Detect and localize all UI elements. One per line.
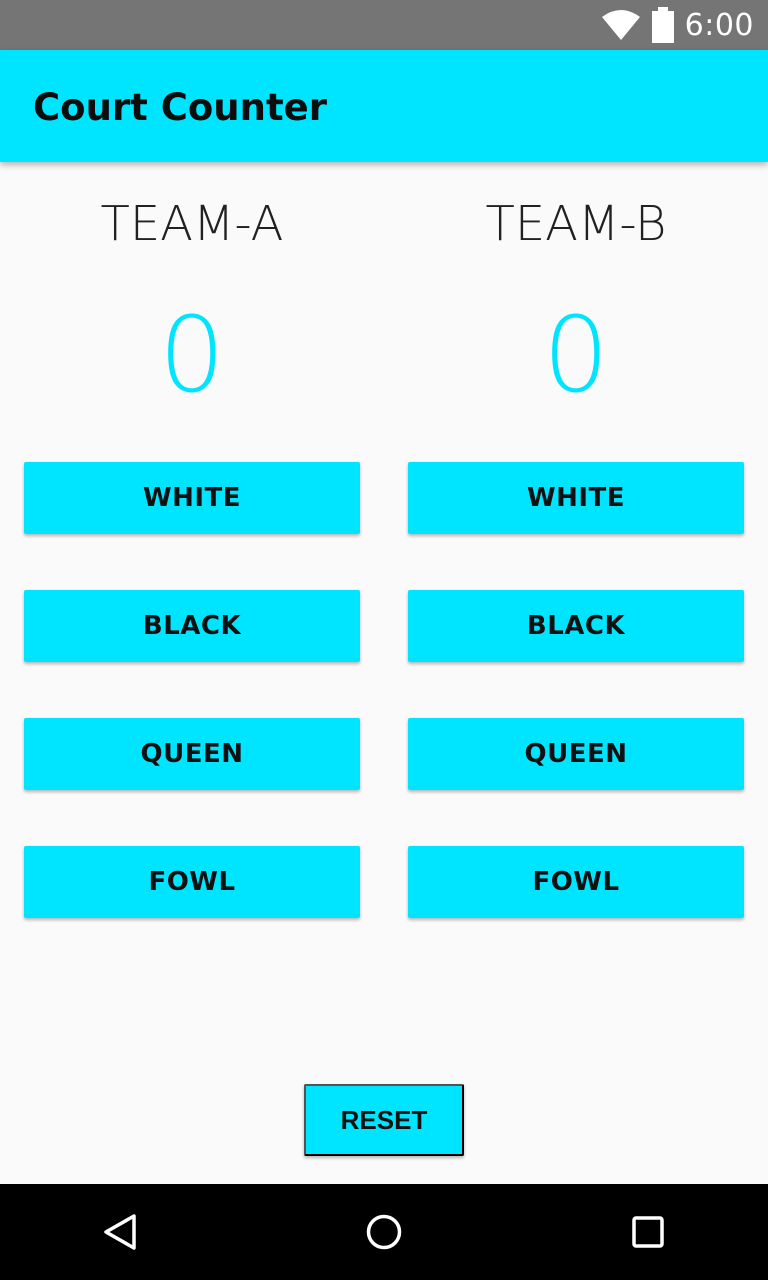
home-icon[interactable] xyxy=(364,1212,404,1252)
status-time: 6:00 xyxy=(684,7,754,43)
team-a-black-button[interactable]: BLACK xyxy=(24,590,360,662)
navigation-bar xyxy=(0,1184,768,1280)
team-b-label: TEAM-B xyxy=(485,196,667,252)
team-a-fowl-button[interactable]: FOWL xyxy=(24,846,360,918)
back-icon[interactable] xyxy=(100,1212,140,1252)
team-a-score: 0 xyxy=(158,294,226,416)
wifi-icon xyxy=(601,10,640,40)
team-b-white-button[interactable]: WHITE xyxy=(408,462,744,534)
team-b-fowl-button[interactable]: FOWL xyxy=(408,846,744,918)
team-a-white-button[interactable]: WHITE xyxy=(24,462,360,534)
app-bar: Court Counter xyxy=(0,50,768,162)
team-b-score: 0 xyxy=(542,294,610,416)
battery-icon xyxy=(651,7,674,43)
team-a-queen-button[interactable]: QUEEN xyxy=(24,718,360,790)
status-icons: 6:00 xyxy=(601,0,754,50)
team-a-label: TEAM-A xyxy=(100,196,284,252)
status-bar: 6:00 xyxy=(0,0,768,50)
app-title: Court Counter xyxy=(33,86,328,129)
recents-icon[interactable] xyxy=(628,1212,668,1252)
reset-button[interactable]: RESET xyxy=(304,1084,464,1156)
team-b-queen-button[interactable]: QUEEN xyxy=(408,718,744,790)
team-b-black-button[interactable]: BLACK xyxy=(408,590,744,662)
